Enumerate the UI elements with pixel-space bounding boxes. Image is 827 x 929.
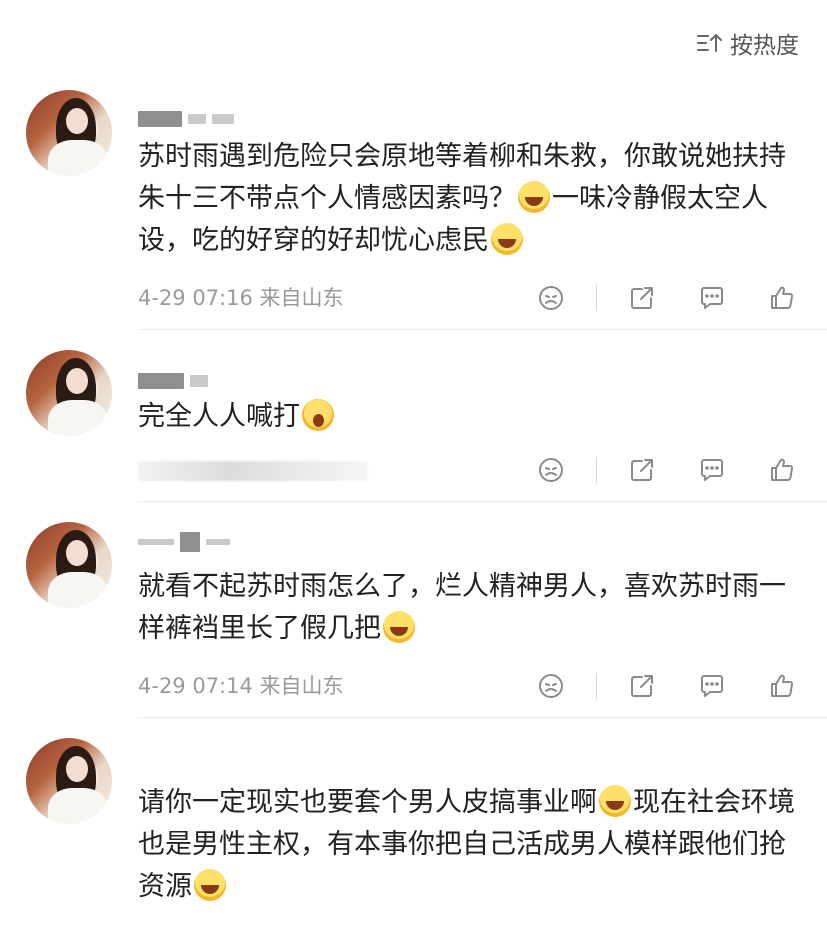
surprised-emoji-icon <box>302 399 334 431</box>
comment-actions <box>534 669 799 703</box>
avatar[interactable] <box>26 522 112 608</box>
dislike-button[interactable] <box>534 669 568 703</box>
username-redacted[interactable] <box>138 110 234 128</box>
comment-text: 就看不起苏时雨怎么了，烂人精神男人，喜欢苏时雨一样裤裆里长了假几把 <box>138 571 786 644</box>
comment-meta-blurred <box>138 461 368 481</box>
comment-text: 苏时雨遇到危险只会原地等着柳和朱救，你敢说她扶持朱十三不带点个人情感因素吗？ 一味… <box>138 141 786 256</box>
comment-meta: 4-29 07:16 来自山东 <box>138 286 344 310</box>
username-redacted[interactable] <box>138 532 230 552</box>
share-button[interactable] <box>625 669 659 703</box>
comment-icon <box>701 675 723 697</box>
comment-actions <box>534 453 799 487</box>
dislike-button[interactable] <box>534 453 568 487</box>
comment-text: 请你一定现实也要套个男人皮搞事业啊 现在社会环境也是男性主权，有本事你把自己活成男… <box>138 785 795 902</box>
avatar[interactable] <box>26 738 112 824</box>
sort-icon <box>697 33 722 52</box>
comment-icon <box>701 459 723 481</box>
like-icon <box>771 458 794 481</box>
divider <box>596 285 597 311</box>
reply-button[interactable] <box>695 669 729 703</box>
share-icon <box>631 459 653 481</box>
like-icon <box>771 286 794 309</box>
avatar[interactable] <box>26 90 112 176</box>
laughing-emoji-icon <box>383 611 415 643</box>
dislike-icon <box>539 286 563 310</box>
comment-actions <box>534 281 799 315</box>
laughing-emoji-icon <box>491 223 523 255</box>
comment-meta: 4-29 07:14 来自山东 <box>138 674 344 698</box>
like-button[interactable] <box>765 281 799 315</box>
share-button[interactable] <box>625 453 659 487</box>
comment-divider <box>138 501 827 502</box>
laughing-emoji-icon <box>194 869 226 901</box>
comment-divider <box>138 717 827 718</box>
laughing-emoji-icon <box>518 181 550 213</box>
comment-text: 完全人人喊打 <box>138 396 797 438</box>
share-icon <box>631 287 653 309</box>
like-button[interactable] <box>765 453 799 487</box>
comment-divider <box>138 329 827 330</box>
dislike-icon <box>539 674 563 698</box>
divider <box>596 457 597 483</box>
share-icon <box>631 675 653 697</box>
like-icon <box>771 674 794 697</box>
reply-button[interactable] <box>695 281 729 315</box>
sort-label: 按热度 <box>730 33 799 59</box>
dislike-button[interactable] <box>534 281 568 315</box>
comment-icon <box>701 287 723 309</box>
dislike-icon <box>539 458 563 482</box>
reply-button[interactable] <box>695 453 729 487</box>
avatar[interactable] <box>26 350 112 436</box>
sort-by-heat-button[interactable]: 按热度 <box>696 26 799 60</box>
like-button[interactable] <box>765 669 799 703</box>
laughing-emoji-icon <box>599 785 631 817</box>
divider <box>596 673 597 699</box>
share-button[interactable] <box>625 281 659 315</box>
username-redacted[interactable] <box>138 372 208 390</box>
